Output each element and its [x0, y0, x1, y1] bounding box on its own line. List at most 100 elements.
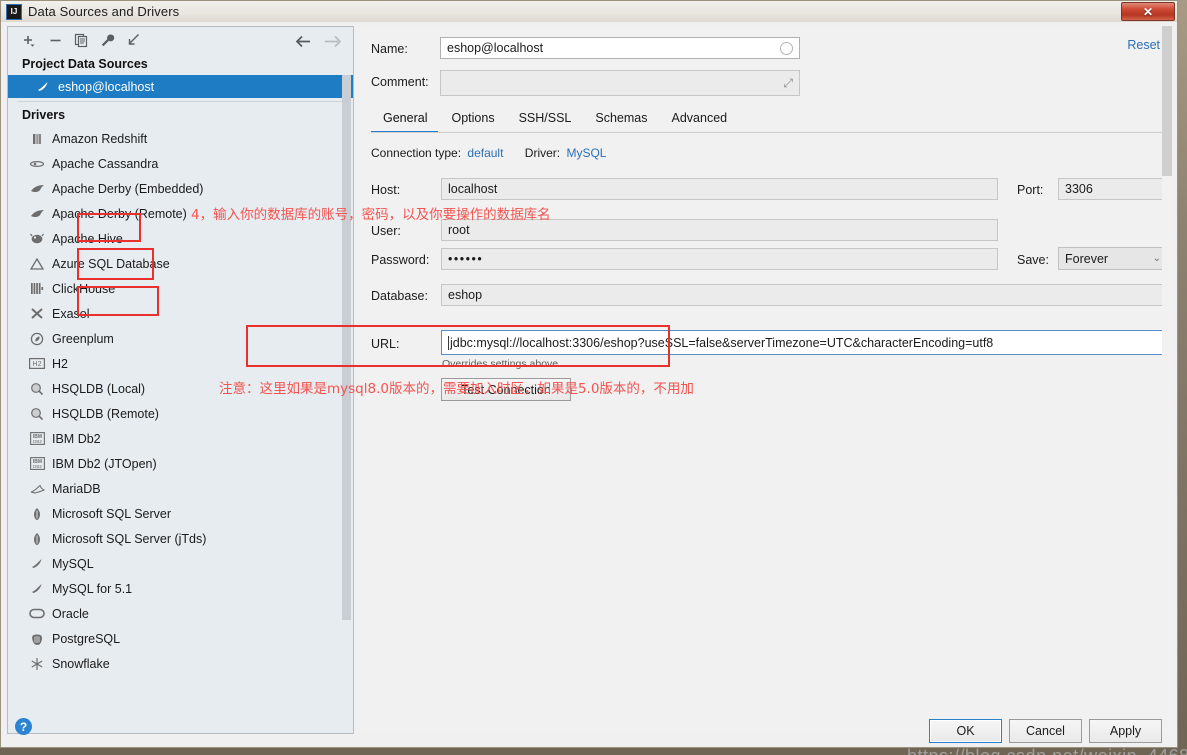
- mssql-icon: [26, 507, 48, 521]
- wrench-icon[interactable]: [94, 30, 120, 52]
- driver-item[interactable]: HSQLDB (Remote): [8, 401, 353, 426]
- driver-item[interactable]: IBM DB2 IBM Db2 (JTOpen): [8, 451, 353, 476]
- azure-icon: [26, 257, 48, 270]
- connection-type-row: Connection type: default Driver: MySQL: [371, 146, 606, 160]
- driver-label-text: ClickHouse: [52, 281, 116, 296]
- tab-general[interactable]: General: [371, 111, 439, 132]
- mysql-icon: [26, 557, 48, 571]
- data-source-label: eshop@localhost: [58, 79, 155, 94]
- nav-forward-icon[interactable]: [319, 30, 345, 52]
- url-input[interactable]: jdbc:mysql://localhost:3306/eshop?useSSL…: [441, 330, 1168, 355]
- title-bar: IJ Data Sources and Drivers ✕: [0, 0, 1178, 22]
- mariadb-icon: [26, 483, 48, 495]
- driver-item[interactable]: H2 H2: [8, 351, 353, 376]
- driver-label-text: HSQLDB (Local): [52, 381, 146, 396]
- database-label: Database:: [371, 289, 428, 303]
- driver-item[interactable]: MySQL for 5.1: [8, 576, 353, 601]
- reset-button[interactable]: Reset: [1127, 38, 1160, 52]
- apply-button[interactable]: Apply: [1089, 719, 1162, 743]
- right-panel-scrollbar-thumb[interactable]: [1162, 26, 1172, 176]
- driver-label-text: Microsoft SQL Server (jTds): [52, 531, 207, 546]
- clickhouse-icon: [26, 282, 48, 295]
- driver-value[interactable]: MySQL: [566, 146, 606, 160]
- password-label: Password:: [371, 253, 430, 267]
- postgres-icon: [26, 632, 48, 646]
- left-panel-scrollbar[interactable]: [342, 75, 351, 620]
- add-icon[interactable]: [16, 30, 42, 52]
- driver-item[interactable]: Apache Cassandra: [8, 151, 353, 176]
- driver-label-text: IBM Db2: [52, 431, 101, 446]
- dialog-window: IJ Data Sources and Drivers ✕ Project Da…: [0, 0, 1187, 755]
- driver-label-text: MySQL: [52, 556, 94, 571]
- redshift-icon: [26, 132, 48, 146]
- mysql-icon: [26, 582, 48, 596]
- database-input[interactable]: eshop: [441, 284, 1168, 306]
- copy-icon[interactable]: [68, 30, 94, 52]
- driver-item[interactable]: Apache Derby (Embedded): [8, 176, 353, 201]
- comment-input[interactable]: ⤢: [440, 70, 800, 96]
- driver-item[interactable]: Oracle: [8, 601, 353, 626]
- import-icon[interactable]: [120, 30, 146, 52]
- left-toolbar: [8, 27, 353, 54]
- user-input-value: root: [448, 223, 470, 237]
- driver-item[interactable]: Exasol: [8, 301, 353, 326]
- driver-item[interactable]: MariaDB: [8, 476, 353, 501]
- driver-label-text: Snowflake: [52, 656, 110, 671]
- host-label: Host:: [371, 183, 401, 197]
- driver-item[interactable]: Azure SQL Database: [8, 251, 353, 276]
- nav-back-icon[interactable]: [291, 30, 317, 52]
- url-hint: Overrides settings above: [442, 358, 559, 370]
- help-icon[interactable]: ?: [15, 718, 32, 735]
- exasol-icon: [26, 307, 48, 320]
- name-input[interactable]: eshop@localhost: [440, 37, 800, 59]
- url-label: URL:: [371, 337, 400, 351]
- driver-item[interactable]: Snowflake: [8, 651, 353, 676]
- ok-button[interactable]: OK: [929, 719, 1002, 743]
- tab-options[interactable]: Options: [439, 111, 506, 132]
- driver-label-text: PostgreSQL: [52, 631, 121, 646]
- name-status-icon: [780, 41, 793, 55]
- expand-icon[interactable]: ⤢: [783, 76, 793, 91]
- remove-icon[interactable]: [42, 30, 68, 52]
- driver-label-text: Oracle: [52, 606, 89, 621]
- snowflake-icon: [26, 657, 48, 671]
- driver-label-text: MariaDB: [52, 481, 101, 496]
- settings-tabs: General Options SSH/SSL Schemas Advanced: [371, 103, 1171, 132]
- connection-type-value[interactable]: default: [467, 146, 503, 160]
- driver-item[interactable]: Greenplum: [8, 326, 353, 351]
- driver-item[interactable]: Apache Hive: [8, 226, 353, 251]
- data-source-item[interactable]: eshop@localhost: [8, 75, 353, 98]
- driver-label-text: Apache Derby (Embedded): [52, 181, 204, 196]
- chevron-down-icon: ⌄: [1152, 253, 1161, 264]
- driver-item[interactable]: Microsoft SQL Server: [8, 501, 353, 526]
- cancel-button[interactable]: Cancel: [1009, 719, 1082, 743]
- hive-icon: [26, 232, 48, 245]
- tabs-bottom-border: [371, 132, 1171, 133]
- port-label: Port:: [1017, 183, 1044, 197]
- dialog-body: Project Data Sources eshop@localhost Dri…: [0, 22, 1187, 755]
- db2-icon: IBM DB2: [26, 457, 48, 470]
- tab-advanced[interactable]: Advanced: [660, 111, 740, 132]
- driver-label-text: Amazon Redshift: [52, 131, 148, 146]
- close-icon[interactable]: ✕: [1121, 2, 1175, 21]
- comment-label: Comment:: [371, 75, 429, 89]
- name-input-value: eshop@localhost: [447, 41, 544, 55]
- tab-schemas[interactable]: Schemas: [583, 111, 659, 132]
- mssql-icon: [26, 532, 48, 546]
- driver-item[interactable]: MySQL: [8, 551, 353, 576]
- save-dropdown[interactable]: Forever ⌄: [1058, 247, 1168, 270]
- url-input-prefix: jdbc:mysql://localhost:3306/: [448, 335, 604, 350]
- port-input[interactable]: 3306: [1058, 178, 1168, 200]
- driver-item[interactable]: Microsoft SQL Server (jTds): [8, 526, 353, 551]
- right-panel-scrollbar-track[interactable]: [1162, 26, 1172, 734]
- host-input[interactable]: localhost: [441, 178, 998, 200]
- mysql-icon: [32, 80, 54, 94]
- driver-item[interactable]: ClickHouse: [8, 276, 353, 301]
- data-source-list: eshop@localhost: [8, 75, 353, 98]
- driver-item[interactable]: PostgreSQL: [8, 626, 353, 651]
- driver-item[interactable]: IBM DB2 IBM Db2: [8, 426, 353, 451]
- ok-label: OK: [956, 724, 975, 738]
- tab-ssh-ssl[interactable]: SSH/SSL: [507, 111, 584, 132]
- password-input[interactable]: ••••••: [441, 248, 998, 270]
- driver-item[interactable]: Amazon Redshift: [8, 126, 353, 151]
